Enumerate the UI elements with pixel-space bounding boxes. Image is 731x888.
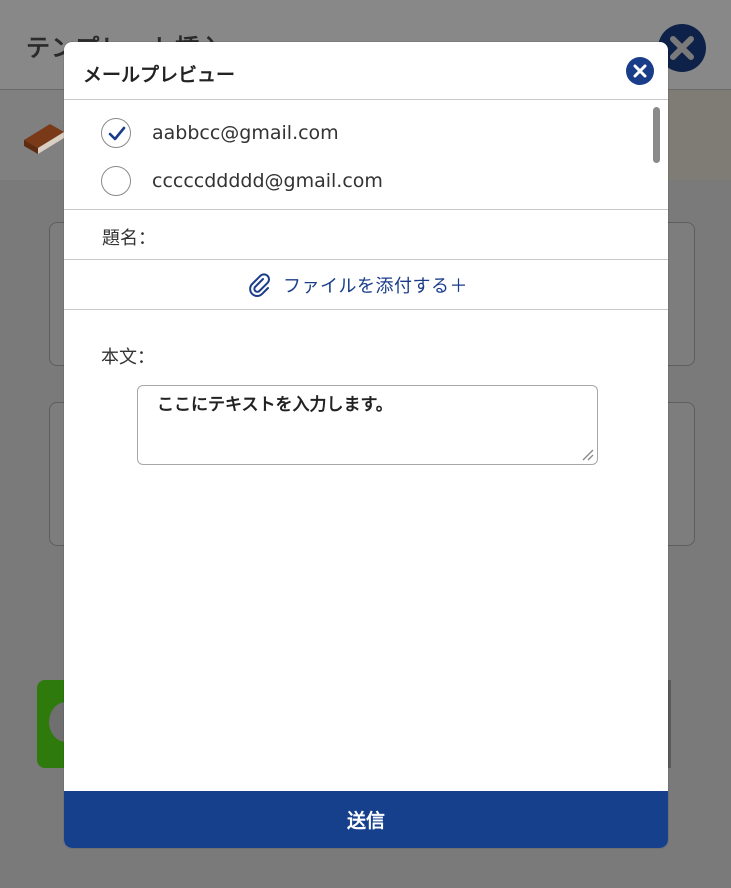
mail-preview-modal: メールプレビュー aabbcc@gmail.com cccccddddd@gma…	[64, 42, 668, 848]
subject-row: 題名：	[64, 210, 668, 260]
modal-title: メールプレビュー	[83, 64, 236, 86]
recipient-checkbox[interactable]	[101, 166, 131, 196]
scrollbar[interactable]	[653, 107, 660, 163]
recipient-email: cccccddddd@gmail.com	[152, 170, 383, 192]
paperclip-icon	[249, 273, 270, 297]
book-icon	[24, 124, 64, 154]
background-band-right	[668, 90, 731, 180]
body-textarea[interactable]: ここにテキストを入力します。	[137, 385, 598, 465]
recipient-checkbox-checked[interactable]	[101, 118, 131, 148]
attach-file-button[interactable]: ファイルを添付する＋	[64, 260, 668, 310]
modal-header: メールプレビュー	[64, 42, 668, 100]
subject-label: 題名：	[102, 228, 156, 249]
recipient-item[interactable]: cccccddddd@gmail.com	[101, 165, 383, 197]
checkmark-icon	[108, 126, 126, 141]
recipient-list: aabbcc@gmail.com cccccddddd@gmail.com	[64, 100, 668, 210]
recipient-email: aabbcc@gmail.com	[152, 122, 339, 144]
close-button[interactable]	[626, 57, 654, 85]
attach-file-content: ファイルを添付する＋	[247, 272, 468, 298]
resize-grip-icon[interactable]	[580, 447, 594, 461]
close-icon	[633, 64, 647, 78]
body-text: ここにテキストを入力します。	[157, 395, 393, 415]
send-button[interactable]: 送信	[64, 791, 668, 848]
body-label: 本文：	[101, 347, 155, 368]
background-edge	[668, 680, 671, 768]
recipient-item[interactable]: aabbcc@gmail.com	[101, 117, 339, 149]
attach-file-label: ファイルを添付する＋	[283, 276, 468, 297]
